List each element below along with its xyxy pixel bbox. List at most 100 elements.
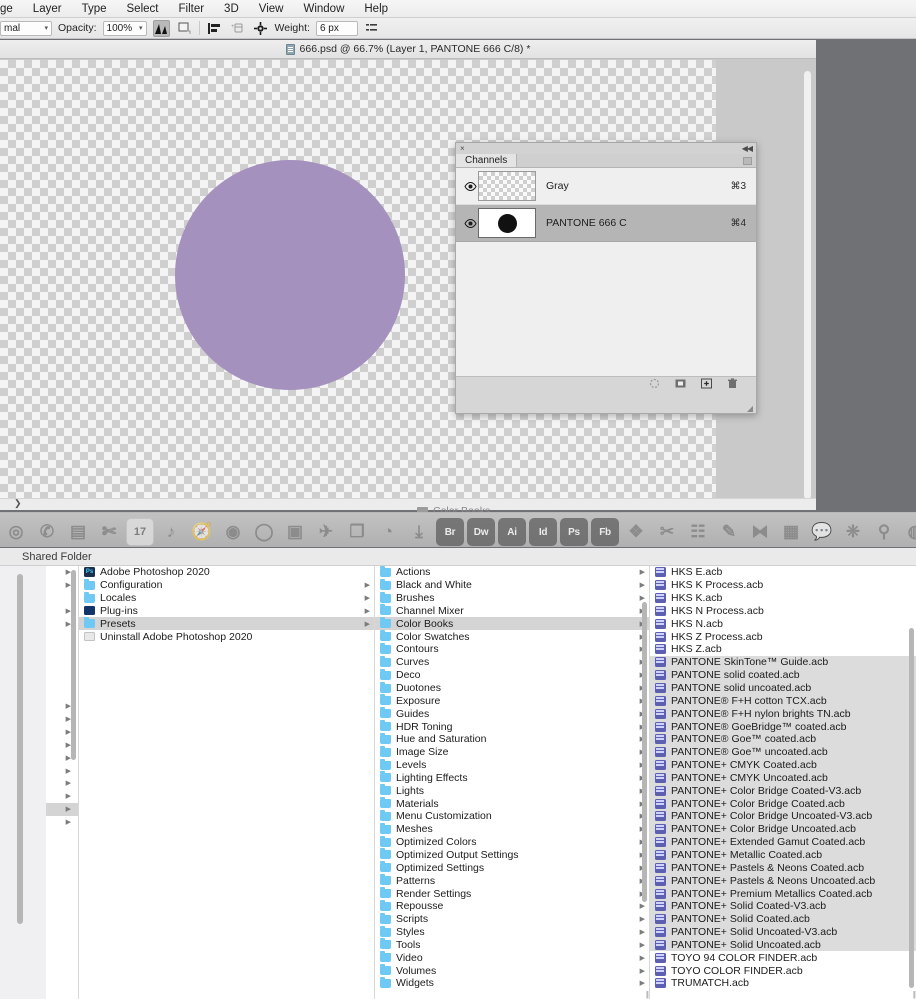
visibility-eye-icon[interactable] xyxy=(462,182,478,191)
list-item[interactable]: Curves▶ xyxy=(375,656,649,669)
column-resize-handle[interactable]: || xyxy=(913,990,915,999)
list-item[interactable]: Patterns▶ xyxy=(375,874,649,887)
chevron-right-icon[interactable]: ❯ xyxy=(14,498,22,509)
list-item[interactable]: Volumes▶ xyxy=(375,964,649,977)
column-resize-handle[interactable]: || xyxy=(646,990,648,999)
list-item[interactable]: Channel Mixer▶ xyxy=(375,605,649,618)
menu-item-layer[interactable]: Layer xyxy=(23,0,72,18)
list-item[interactable]: Brushes▶ xyxy=(375,592,649,605)
delete-channel-icon[interactable] xyxy=(727,378,738,389)
menu-item-help[interactable]: Help xyxy=(354,0,398,18)
list-item[interactable]: ▶ xyxy=(46,777,78,790)
macos-dock[interactable]: ◎✆▤✄17♪🧭◉◯▣✈❐◔⤓BrDwAiIdPsFb❖✂☷✎⧓▦💬❈⚲◍◐▥ xyxy=(0,512,916,547)
menu-item-ge[interactable]: ge xyxy=(0,0,23,18)
list-item[interactable]: TRUMATCH.acb xyxy=(650,977,916,990)
list-item[interactable]: Exposure▶ xyxy=(375,694,649,707)
dock-icon-books[interactable]: ❐ xyxy=(343,518,371,546)
list-item[interactable]: Black and White▶ xyxy=(375,579,649,592)
list-item[interactable]: Color Swatches▶ xyxy=(375,630,649,643)
list-item[interactable]: PANTONE+ Metallic Coated.acb xyxy=(650,849,916,862)
list-item[interactable]: PANTONE+ CMYK Coated.acb xyxy=(650,759,916,772)
tab-channels[interactable]: Channels xyxy=(456,154,517,167)
list-item[interactable]: HKS N Process.acb xyxy=(650,605,916,618)
menu-item-filter[interactable]: Filter xyxy=(168,0,214,18)
list-item[interactable]: Hue and Saturation▶ xyxy=(375,733,649,746)
list-item[interactable]: Actions▶ xyxy=(375,566,649,579)
list-item[interactable]: PANTONE+ Solid Coated.acb xyxy=(650,913,916,926)
list-item[interactable]: Presets▶ xyxy=(79,617,374,630)
dock-icon-calendar[interactable]: 17 xyxy=(126,518,154,546)
close-icon[interactable]: × xyxy=(460,145,465,153)
fill-swatch-icon[interactable] xyxy=(176,20,193,37)
list-item[interactable]: ▶ xyxy=(46,803,78,816)
list-item[interactable]: Tools▶ xyxy=(375,938,649,951)
finder-column-application[interactable]: PsAdobe Photoshop 2020Configuration▶Loca… xyxy=(79,566,375,999)
list-item[interactable]: Configuration▶ xyxy=(79,579,374,592)
dock-icon-sketch[interactable]: ❖ xyxy=(622,518,650,546)
document-title-bar[interactable]: 666.psd @ 66.7% (Layer 1, PANTONE 666 C/… xyxy=(0,40,816,59)
finder-column-color-books[interactable]: || HKS E.acbHKS K Process.acbHKS K.acbHK… xyxy=(650,566,916,999)
visibility-eye-icon[interactable] xyxy=(462,219,478,228)
list-item[interactable]: Widgets▶ xyxy=(375,977,649,990)
list-item[interactable]: PANTONE® F+H nylon brights TN.acb xyxy=(650,707,916,720)
list-item[interactable]: HKS K Process.acb xyxy=(650,579,916,592)
dock-icon-vs-code[interactable]: ⧓ xyxy=(746,518,774,546)
list-item[interactable]: PANTONE® Goe™ coated.acb xyxy=(650,733,916,746)
list-item[interactable]: PANTONE® Goe™ uncoated.acb xyxy=(650,746,916,759)
list-item[interactable]: Color Books▶ xyxy=(375,617,649,630)
panel-resize-handle[interactable]: ◢ xyxy=(747,404,753,413)
menu-item-window[interactable]: Window xyxy=(293,0,354,18)
list-item[interactable]: Lighting Effects▶ xyxy=(375,772,649,785)
column-scrollbar-thumb[interactable] xyxy=(71,570,76,760)
dock-icon-calculator[interactable]: ▦ xyxy=(777,518,805,546)
list-item[interactable]: Uninstall Adobe Photoshop 2020 xyxy=(79,630,374,643)
list-item[interactable]: PANTONE+ Solid Coated-V3.acb xyxy=(650,900,916,913)
menu-item-3d[interactable]: 3D xyxy=(214,0,249,18)
dock-icon-chrome[interactable]: ◯ xyxy=(250,518,278,546)
list-item[interactable]: Plug-ins▶ xyxy=(79,605,374,618)
spot-color-circle-shape[interactable] xyxy=(175,160,405,390)
list-item[interactable]: PANTONE+ Pastels & Neons Uncoated.acb xyxy=(650,874,916,887)
list-item[interactable]: Levels▶ xyxy=(375,759,649,772)
list-item[interactable]: TOYO 94 COLOR FINDER.acb xyxy=(650,951,916,964)
dock-icon-contacts[interactable]: ▤ xyxy=(64,518,92,546)
list-item[interactable]: PANTONE+ Color Bridge Coated.acb xyxy=(650,797,916,810)
column-scrollbar-thumb[interactable] xyxy=(642,602,647,902)
menu-item-select[interactable]: Select xyxy=(117,0,169,18)
list-item[interactable]: PANTONE SkinTone™ Guide.acb xyxy=(650,656,916,669)
dock-icon-tool-app[interactable]: ⚲ xyxy=(870,518,898,546)
menu-item-view[interactable]: View xyxy=(249,0,294,18)
list-item[interactable]: PANTONE+ Premium Metallics Coated.acb xyxy=(650,887,916,900)
channels-panel-title-bar[interactable]: × ◀◀ xyxy=(456,143,756,154)
save-selection-as-channel-icon[interactable] xyxy=(675,378,686,389)
list-item[interactable]: Styles▶ xyxy=(375,926,649,939)
list-item[interactable]: Image Size▶ xyxy=(375,746,649,759)
column-scrollbar-thumb[interactable] xyxy=(909,628,914,988)
dock-icon-screenshot[interactable]: ▣ xyxy=(281,518,309,546)
list-item[interactable]: Guides▶ xyxy=(375,707,649,720)
panel-menu-icon[interactable] xyxy=(743,157,752,165)
finder-column-presets[interactable]: || Actions▶Black and White▶Brushes▶Chann… xyxy=(375,566,650,999)
dock-icon-backup-app[interactable]: ◍ xyxy=(901,518,916,546)
list-item[interactable]: Render Settings▶ xyxy=(375,887,649,900)
finder-window[interactable]: Shared Folder ▶▶▶▶▶▶▶▶▶▶▶▶▶▶▶ PsAdobe Ph… xyxy=(0,548,916,999)
list-item[interactable]: Menu Customization▶ xyxy=(375,810,649,823)
list-item[interactable]: HDR Toning▶ xyxy=(375,720,649,733)
collapse-panel-icon[interactable]: ◀◀ xyxy=(742,144,752,153)
dock-icon-firefox[interactable]: ◉ xyxy=(219,518,247,546)
list-item[interactable]: PANTONE solid coated.acb xyxy=(650,669,916,682)
list-item[interactable]: Optimized Output Settings▶ xyxy=(375,849,649,862)
weight-input[interactable]: 6 px xyxy=(316,21,358,36)
new-channel-icon[interactable] xyxy=(701,378,712,389)
dock-icon-notes-app[interactable]: ☷ xyxy=(684,518,712,546)
dock-icon-messages[interactable]: 💬 xyxy=(808,518,836,546)
path-alignment-icon[interactable] xyxy=(206,20,223,37)
list-item[interactable]: Locales▶ xyxy=(79,592,374,605)
finder-column-partial[interactable]: ▶▶▶▶▶▶▶▶▶▶▶▶▶▶▶ xyxy=(46,566,79,999)
dock-icon-acrobat[interactable]: ⤓ xyxy=(405,518,433,546)
list-item[interactable]: Duotones▶ xyxy=(375,682,649,695)
channels-list[interactable]: Gray ⌘3 PANTONE 666 C ⌘4 xyxy=(456,168,756,376)
list-item[interactable]: PANTONE+ Extended Gamut Coated.acb xyxy=(650,836,916,849)
dock-icon-adobe-dreamweaver[interactable]: Dw xyxy=(467,518,495,546)
dock-icon-adobe-illustrator[interactable]: Ai xyxy=(498,518,526,546)
